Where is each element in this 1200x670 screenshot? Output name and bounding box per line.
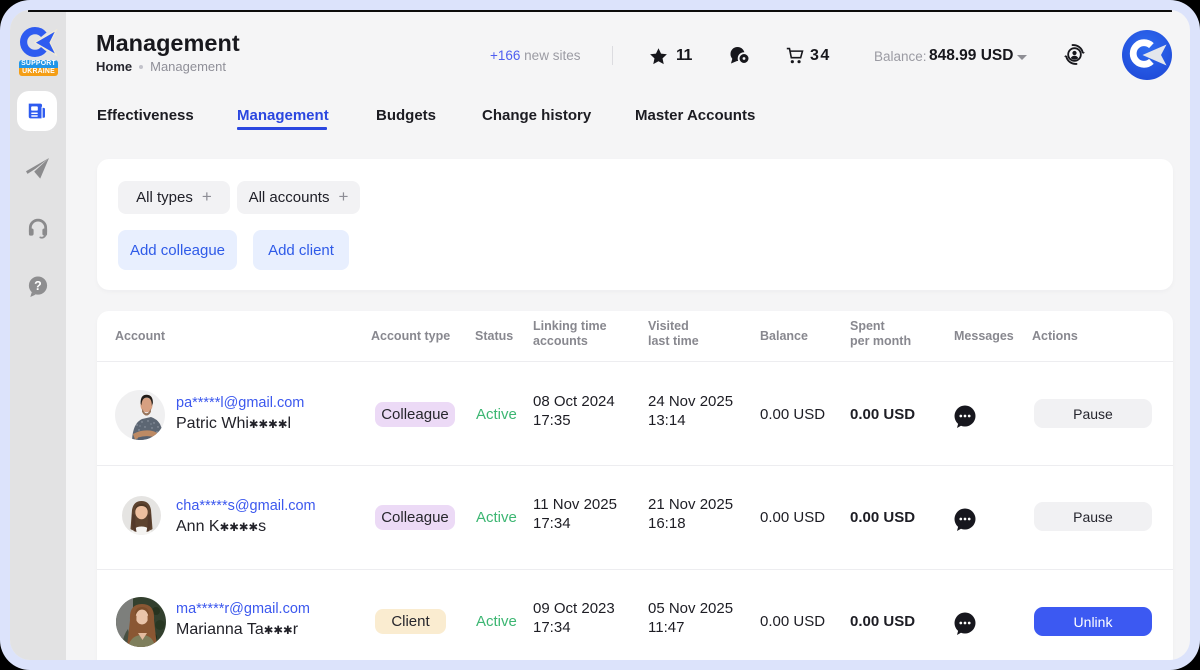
svg-text:?: ? [34, 279, 42, 293]
